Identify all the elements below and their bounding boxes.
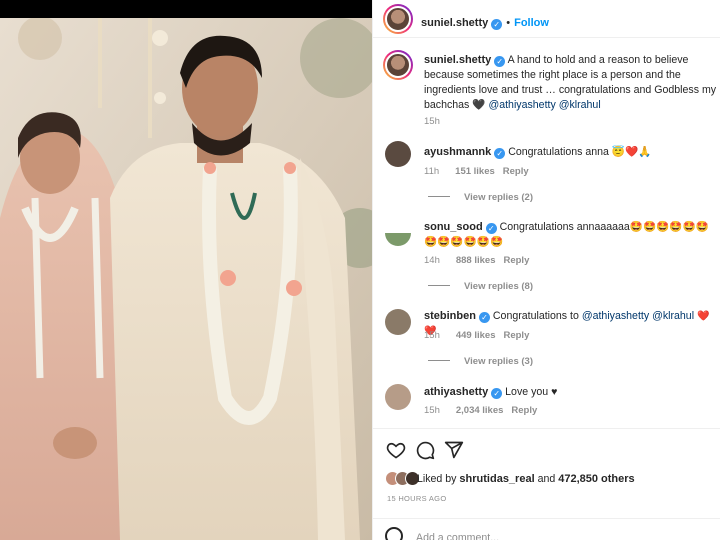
reply-button[interactable]: Reply (503, 166, 529, 177)
caption-username[interactable]: suniel.shetty (424, 54, 491, 66)
view-replies-button[interactable]: View replies (8) (428, 281, 533, 292)
caption: suniel.shetty ✓ A hand to hold and a reas… (424, 53, 720, 113)
add-comment-input[interactable]: Add a comment... (416, 532, 499, 540)
liked-by-line: Liked by shrutidas_real and 472,850 othe… (417, 473, 635, 485)
author-username[interactable]: suniel.shetty (421, 17, 488, 29)
author-avatar[interactable] (383, 4, 413, 34)
verified-badge-icon: ✓ (491, 19, 503, 30)
separator-dot: • (506, 17, 511, 29)
comment-time[interactable]: 11h (424, 166, 439, 177)
verified-badge-icon: ✓ (478, 312, 490, 323)
comment-ayushmannk: ayushmannk ✓ Congratulations anna 😇❤️🙏 (424, 145, 720, 160)
mention-athiyashetty[interactable]: @athiyashetty (488, 99, 555, 111)
comment-meta: 15h 449 likes Reply (424, 330, 529, 341)
comment-text: Congratulations annaaaaaa (499, 221, 630, 233)
follow-button[interactable]: Follow (514, 17, 549, 29)
verified-badge-icon: ✓ (494, 148, 506, 159)
heart-icon[interactable] (386, 440, 406, 460)
photo-top-band (0, 0, 372, 18)
comment-emoji: 😇❤️🙏 (611, 146, 652, 158)
verified-badge-icon: ✓ (494, 56, 506, 67)
comment-text: Congratulations to (492, 310, 579, 322)
mention-klrahul[interactable]: @klrahul (652, 310, 694, 322)
commenter-username[interactable]: sonu_sood (424, 221, 483, 233)
comment-likes[interactable]: 151 likes (455, 166, 495, 177)
caption-author-avatar[interactable] (383, 50, 413, 80)
comment-meta: 11h 151 likes Reply (424, 166, 529, 177)
liked-by-prefix: Liked by (417, 473, 457, 485)
comment-meta: 15h 2,034 likes Reply (424, 405, 537, 416)
commenter-avatar[interactable] (385, 141, 411, 167)
comment-emoji: ♥ (551, 386, 558, 398)
commenter-avatar[interactable] (385, 309, 411, 335)
post-photo[interactable] (0, 0, 372, 540)
comment-text: Congratulations anna (508, 146, 609, 158)
comment-sonu-sood: sonu_sood ✓ Congratulations annaaaaaa🤩🤩🤩🤩… (424, 220, 720, 250)
commenter-avatar[interactable] (385, 384, 411, 410)
reply-button[interactable]: Reply (511, 405, 537, 416)
comment-time[interactable]: 15h (424, 330, 440, 341)
verified-badge-icon: ✓ (491, 388, 503, 399)
view-replies-button[interactable]: View replies (2) (428, 192, 533, 203)
comment-likes[interactable]: 2,034 likes (456, 405, 504, 416)
comments-panel: suniel.shetty✓•Follow ••• suniel.shetty✓… (372, 0, 720, 540)
reply-button[interactable]: Reply (503, 330, 529, 341)
wedding-photo-illustration (0, 18, 372, 540)
mention-klrahul[interactable]: @klrahul (559, 99, 601, 111)
comment-likes[interactable]: 449 likes (456, 330, 496, 341)
comment-likes[interactable]: 888 likes (456, 255, 496, 266)
liked-by-and: and (537, 473, 556, 485)
comment-time[interactable]: 14h (424, 255, 440, 266)
commenter-username[interactable]: ayushmannk (424, 146, 491, 158)
commenter-avatar[interactable] (385, 220, 411, 246)
comment-text: Love you (505, 386, 549, 398)
comment-time[interactable]: 15h (424, 405, 440, 416)
comment-athiyashetty: athiyashetty ✓ Love you ♥ (424, 385, 720, 400)
caption-time[interactable]: 15h (424, 116, 440, 127)
share-icon[interactable] (444, 440, 464, 460)
liked-by-user[interactable]: shrutidas_real (459, 473, 534, 485)
emoji-icon[interactable] (385, 527, 403, 540)
actions-divider (373, 428, 720, 429)
add-comment-bar: Add a comment... (373, 518, 720, 540)
reply-button[interactable]: Reply (503, 255, 529, 266)
mention-athiyashetty[interactable]: @athiyashetty (582, 310, 649, 322)
black-heart-emoji: 🖤 (472, 99, 486, 111)
post-header: suniel.shetty✓•Follow ••• (373, 0, 720, 38)
view-replies-button[interactable]: View replies (3) (428, 356, 533, 367)
verified-badge-icon: ✓ (485, 223, 497, 234)
liked-by-count[interactable]: 472,850 others (558, 473, 634, 485)
post-time-ago[interactable]: 15 HOURS AGO (387, 494, 446, 503)
comment-icon[interactable] (415, 440, 435, 460)
commenter-username[interactable]: stebinben (424, 310, 476, 322)
commenter-username[interactable]: athiyashetty (424, 386, 488, 398)
comment-meta: 14h 888 likes Reply (424, 255, 529, 266)
